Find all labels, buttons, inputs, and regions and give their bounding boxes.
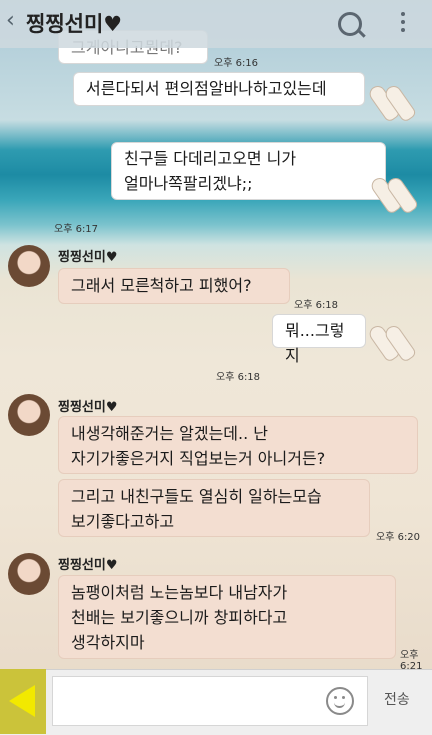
avatar[interactable] [8,245,50,287]
received-message-bubble[interactable]: 그리고 내친구들도 열심히 일하는모습 보기좋다고하고 [58,479,370,537]
sender-name: 찡찡선미♥ [58,250,118,265]
sent-message-bubble[interactable]: 친구들 다데리고오면 니가 얼마나쪽팔리겠냐;; [111,142,386,200]
sent-message-bubble[interactable]: 서른다되서 편의점알바나하고있는데 [73,72,365,106]
sticker-feet-icon [368,318,412,362]
chevron-left-icon[interactable]: ‹ [6,8,15,33]
sticker-feet-icon [370,170,414,214]
received-message-bubble[interactable]: 그래서 모른척하고 피했어? [58,268,290,304]
search-icon[interactable] [338,12,362,36]
more-vertical-icon[interactable] [401,12,405,36]
chat-title: 찡찡선미♥ [26,12,123,36]
smiley-icon[interactable] [326,687,354,715]
message-time: 오후 6:18 [294,300,339,311]
send-arrow-icon[interactable] [0,669,46,734]
sticker-feet-icon [368,78,412,122]
sender-name: 찡찡선미♥ [58,400,118,415]
received-message-bubble[interactable]: 내생각해준거는 알겠는데.. 난 자기가좋은거지 직업보는거 아니거든? [58,416,418,474]
sender-name: 찡찡선미♥ [58,558,118,573]
avatar[interactable] [8,394,50,436]
message-time: 오후 6:18 [216,372,261,383]
message-time: 오후 6:16 [214,58,259,69]
chat-header: ‹ 찡찡선미♥ [0,0,432,48]
sent-message-bubble[interactable]: 뭐...그렇지 [272,314,366,365]
send-button[interactable]: 전송 [384,689,410,709]
message-input[interactable] [52,676,368,726]
avatar[interactable] [8,553,50,595]
message-time: 오후 6:20 [376,532,421,543]
received-message-bubble[interactable]: 놈팽이처럼 노는놈보다 내남자가 천배는 보기좋으니까 창피하다고 생각하지마 [58,575,396,659]
message-time: 오후 6:17 [54,224,99,235]
